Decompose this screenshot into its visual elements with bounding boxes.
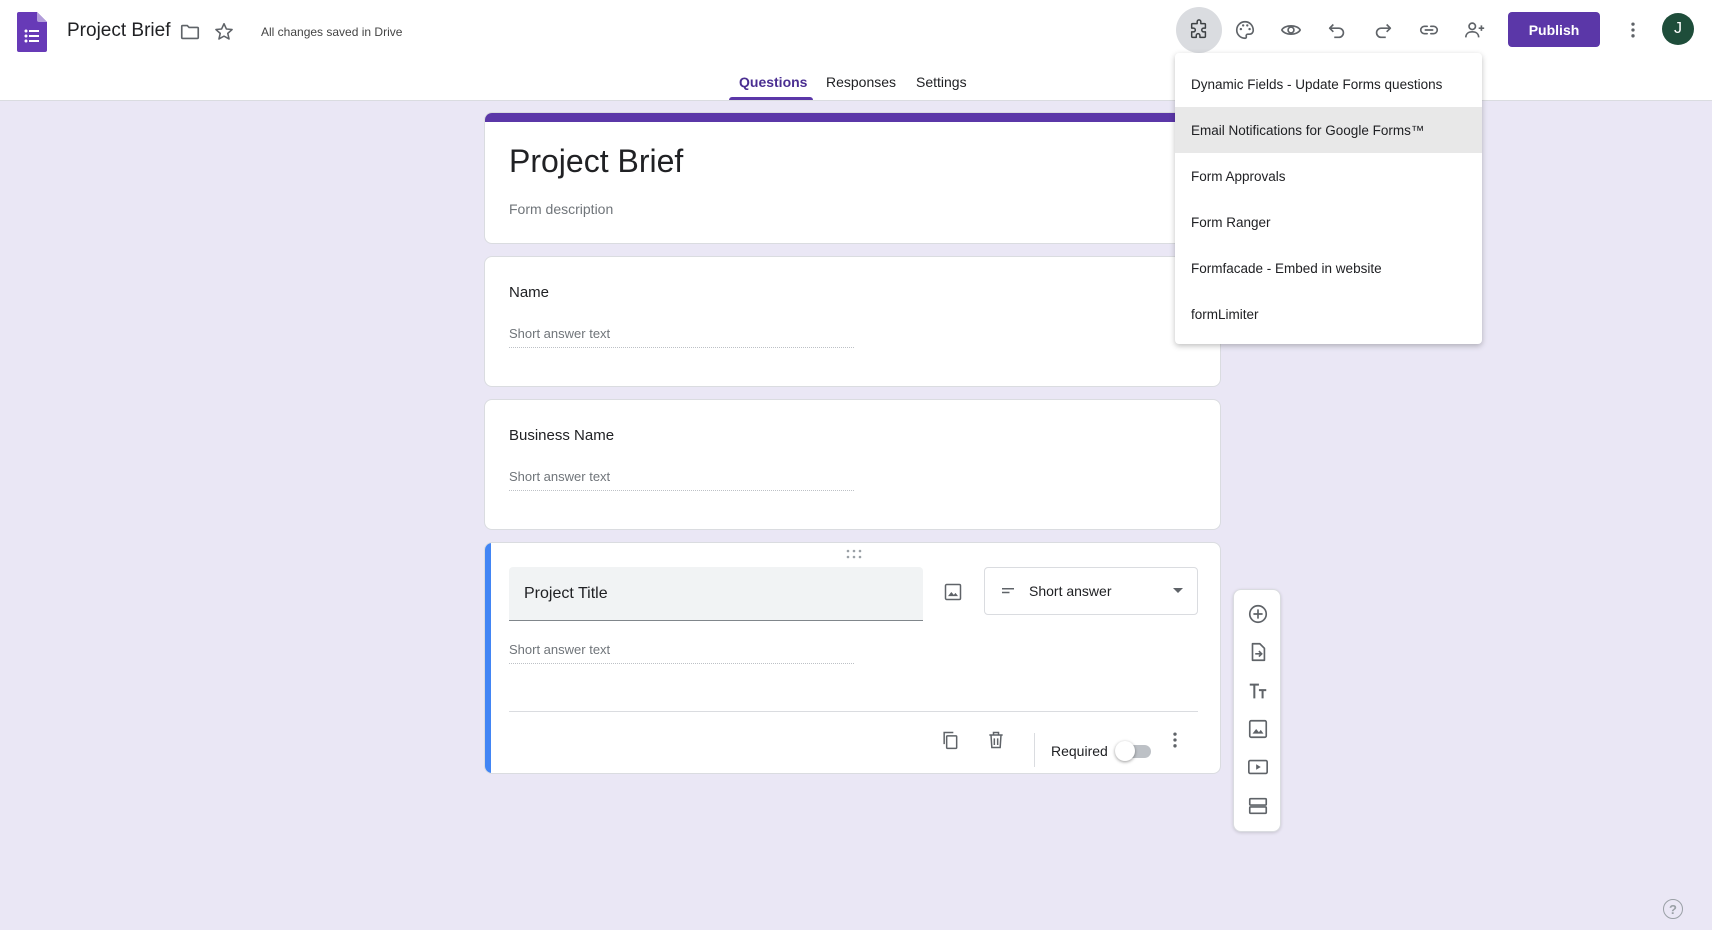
- required-label: Required: [1051, 743, 1108, 759]
- chevron-down-icon: [1173, 588, 1183, 593]
- folder-icon[interactable]: [178, 20, 202, 44]
- add-image-icon[interactable]: [941, 580, 965, 604]
- card-footer-divider: [509, 711, 1198, 712]
- more-vert-icon[interactable]: [1163, 728, 1187, 752]
- side-toolbar: [1233, 589, 1281, 832]
- question-type-label: Short answer: [1029, 583, 1112, 599]
- star-icon[interactable]: [212, 20, 236, 44]
- short-answer-placeholder: Short answer text: [509, 326, 854, 348]
- link-icon[interactable]: [1417, 18, 1441, 42]
- add-question-icon[interactable]: [1246, 602, 1270, 626]
- addons-menu: Dynamic Fields - Update Forms questions …: [1175, 53, 1482, 344]
- import-questions-icon[interactable]: [1246, 640, 1270, 664]
- footer-separator: [1034, 733, 1035, 767]
- addon-item-formfacade[interactable]: Formfacade - Embed in website: [1175, 245, 1482, 291]
- active-tab-indicator: [729, 97, 813, 100]
- add-image-icon[interactable]: [1246, 717, 1270, 741]
- add-title-icon[interactable]: [1246, 679, 1270, 703]
- publish-button[interactable]: Publish: [1508, 12, 1600, 47]
- help-icon[interactable]: ?: [1663, 899, 1683, 919]
- required-toggle[interactable]: [1115, 741, 1151, 761]
- short-text-icon: [1002, 588, 1014, 594]
- addon-item-form-ranger[interactable]: Form Ranger: [1175, 199, 1482, 245]
- toggle-knob: [1115, 741, 1135, 761]
- short-answer-placeholder: Short answer text: [509, 469, 854, 491]
- addon-item-email-notifications[interactable]: Email Notifications for Google Forms™: [1175, 107, 1482, 153]
- palette-icon[interactable]: [1233, 18, 1257, 42]
- active-card-indicator: [485, 543, 491, 773]
- form-color-band: [485, 113, 1220, 122]
- forms-logo-icon[interactable]: [17, 12, 47, 52]
- question-title: Name: [509, 284, 550, 301]
- form-title[interactable]: Project Brief: [509, 143, 683, 180]
- document-title[interactable]: Project Brief: [67, 20, 170, 42]
- form-description[interactable]: Form description: [509, 201, 613, 217]
- add-collaborator-icon[interactable]: [1463, 18, 1487, 42]
- addon-item-dynamic-fields[interactable]: Dynamic Fields - Update Forms questions: [1175, 61, 1482, 107]
- form-header-card[interactable]: Project Brief Form description: [484, 112, 1221, 244]
- question-card-project-title[interactable]: Project Title Short answer Short answer …: [484, 542, 1221, 774]
- question-title-input[interactable]: Project Title: [509, 567, 923, 621]
- undo-icon[interactable]: [1325, 18, 1349, 42]
- redo-icon[interactable]: [1371, 18, 1395, 42]
- short-answer-placeholder: Short answer text: [509, 642, 854, 664]
- duplicate-icon[interactable]: [938, 728, 962, 752]
- avatar[interactable]: J: [1662, 13, 1694, 45]
- question-card-name[interactable]: Name Short answer text: [484, 256, 1221, 387]
- addon-item-form-approvals[interactable]: Form Approvals: [1175, 153, 1482, 199]
- add-section-icon[interactable]: [1246, 794, 1270, 818]
- add-video-icon[interactable]: [1246, 755, 1270, 779]
- tab-settings[interactable]: Settings: [916, 74, 967, 101]
- drag-handle-icon[interactable]: [846, 549, 862, 559]
- delete-icon[interactable]: [984, 728, 1008, 752]
- preview-icon[interactable]: [1279, 18, 1303, 42]
- question-type-dropdown[interactable]: Short answer: [984, 567, 1198, 615]
- more-vert-icon[interactable]: [1621, 18, 1645, 42]
- save-status: All changes saved in Drive: [261, 25, 403, 39]
- question-card-business-name[interactable]: Business Name Short answer text: [484, 399, 1221, 530]
- tab-responses[interactable]: Responses: [826, 74, 896, 101]
- question-title: Business Name: [509, 427, 615, 444]
- addon-item-formlimiter[interactable]: formLimiter: [1175, 291, 1482, 337]
- addons-icon[interactable]: [1176, 7, 1222, 53]
